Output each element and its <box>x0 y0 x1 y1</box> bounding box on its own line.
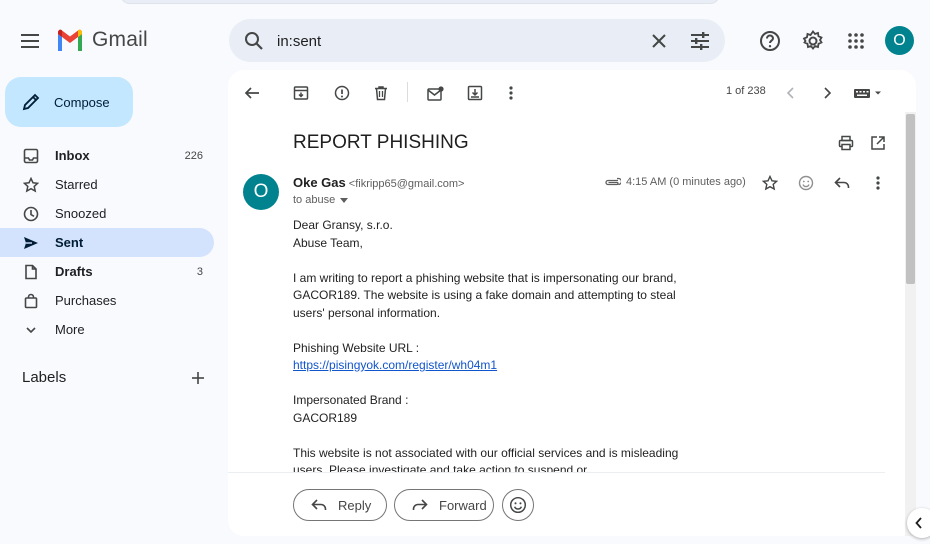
trash-icon[interactable] <box>368 80 394 106</box>
sender-line: Oke Gas <fikripp65@gmail.com> <box>293 175 464 190</box>
search-bar[interactable] <box>229 19 725 62</box>
browser-bar-remnant <box>120 0 720 4</box>
report-spam-icon[interactable] <box>329 80 355 106</box>
sidebar-item-label: More <box>55 322 85 337</box>
scrollbar-thumb[interactable] <box>906 114 915 284</box>
apps-grid-icon[interactable] <box>841 26 871 56</box>
sidebar-item-label: Starred <box>55 177 98 192</box>
star-icon[interactable] <box>757 170 783 196</box>
recipient-text: to abuse <box>293 194 336 206</box>
gmail-logo[interactable]: Gmail <box>56 28 148 52</box>
app-name: Gmail <box>92 28 148 51</box>
pencil-icon <box>22 93 40 111</box>
sidebar-item-label: Sent <box>55 235 84 250</box>
reply-icon[interactable] <box>829 170 855 196</box>
keyboard-icon[interactable] <box>850 80 886 106</box>
send-icon <box>22 234 40 252</box>
move-to-icon[interactable] <box>462 80 488 106</box>
compose-label: Compose <box>54 94 110 110</box>
back-arrow-icon[interactable] <box>239 80 265 106</box>
emoji-reaction-button[interactable] <box>502 489 534 521</box>
sender-avatar[interactable]: O <box>243 174 279 210</box>
recipient-line[interactable]: to abuse <box>293 194 349 206</box>
bag-icon <box>22 292 40 310</box>
sidebar-item-label: Purchases <box>55 293 117 308</box>
side-panel-toggle[interactable] <box>907 508 930 538</box>
more-vert-icon[interactable] <box>865 170 891 196</box>
open-new-window-icon[interactable] <box>865 130 891 156</box>
sidebar-item-purchases[interactable]: Purchases <box>0 286 214 315</box>
sender-name[interactable]: Oke Gas <box>293 175 346 190</box>
reply-button[interactable]: Reply <box>293 489 387 521</box>
search-options-icon[interactable] <box>687 28 713 54</box>
gear-icon[interactable] <box>798 26 828 56</box>
reply-label: Reply <box>338 497 372 513</box>
chevron-left-icon[interactable] <box>778 80 804 106</box>
account-avatar[interactable]: O <box>885 26 914 55</box>
sidebar-item-drafts[interactable]: Drafts 3 <box>0 257 214 286</box>
close-icon[interactable] <box>646 28 672 54</box>
sidebar-item-label: Drafts <box>55 264 93 279</box>
reply-icon <box>308 494 330 516</box>
sidebar-item-label: Inbox <box>55 148 90 163</box>
emoji-icon[interactable] <box>793 170 819 196</box>
body-url-label: Phishing Website URL : <box>293 340 420 355</box>
inbox-icon <box>22 147 40 165</box>
add-label-icon[interactable] <box>186 366 210 390</box>
sidebar-item-inbox[interactable]: Inbox 226 <box>0 141 214 170</box>
drafts-count: 3 <box>196 265 203 278</box>
compose-button[interactable]: Compose <box>5 77 133 127</box>
help-icon[interactable] <box>755 26 785 56</box>
sidebar-item-more[interactable]: More <box>0 315 214 344</box>
search-icon[interactable] <box>241 28 267 54</box>
chevron-down-icon <box>22 321 40 339</box>
more-vert-icon[interactable] <box>498 80 524 106</box>
attachment-icon <box>602 173 622 191</box>
clock-icon <box>22 205 40 223</box>
print-icon[interactable] <box>833 130 859 156</box>
star-icon <box>22 176 40 194</box>
caret-down-icon[interactable] <box>340 197 349 203</box>
sidebar-item-sent[interactable]: Sent <box>0 228 214 257</box>
sidebar-nav: Inbox 226 Starred Snoozed Sent Drafts 3 … <box>0 141 214 344</box>
forward-icon <box>409 494 431 516</box>
body-paragraph-1: I am writing to report a phishing websit… <box>293 270 677 320</box>
labels-heading: Labels <box>22 369 67 386</box>
email-subject: REPORT PHISHING <box>293 132 469 153</box>
divider <box>228 472 885 473</box>
archive-icon[interactable] <box>288 80 314 106</box>
mark-unread-icon[interactable] <box>422 80 448 106</box>
chevron-right-icon[interactable] <box>814 80 840 106</box>
gmail-logo-icon <box>56 29 84 51</box>
pagination-text: 1 of 238 <box>726 85 766 97</box>
sidebar-item-starred[interactable]: Starred <box>0 170 214 199</box>
email-body: Dear Gransy, s.r.o. Abuse Team, I am wri… <box>293 217 693 480</box>
sidebar-item-label: Snoozed <box>55 206 107 221</box>
chevron-left-icon <box>915 517 923 529</box>
search-input[interactable] <box>277 30 637 52</box>
toolbar-divider <box>407 82 408 102</box>
sender-email: <fikripp65@gmail.com> <box>348 178 465 190</box>
forward-label: Forward <box>439 497 487 513</box>
emoji-icon <box>509 496 527 514</box>
body-greeting-2: Abuse Team, <box>293 235 363 250</box>
draft-icon <box>22 263 40 281</box>
main-menu-icon[interactable] <box>15 25 47 57</box>
phishing-url-link[interactable]: https://pisingyok.com/register/wh04m1 <box>293 358 497 372</box>
inbox-count: 226 <box>184 149 203 162</box>
email-view: 1 of 238 REPORT PHISHING O Oke Gas <fikri… <box>228 70 916 536</box>
sidebar-item-snoozed[interactable]: Snoozed <box>0 199 214 228</box>
body-greeting-1: Dear Gransy, s.r.o. <box>293 218 393 232</box>
body-brand-value: GACOR189 <box>293 410 358 425</box>
email-timestamp: 4:15 AM (0 minutes ago) <box>626 176 746 188</box>
body-brand-label: Impersonated Brand : <box>293 393 409 407</box>
forward-button[interactable]: Forward <box>394 489 494 521</box>
